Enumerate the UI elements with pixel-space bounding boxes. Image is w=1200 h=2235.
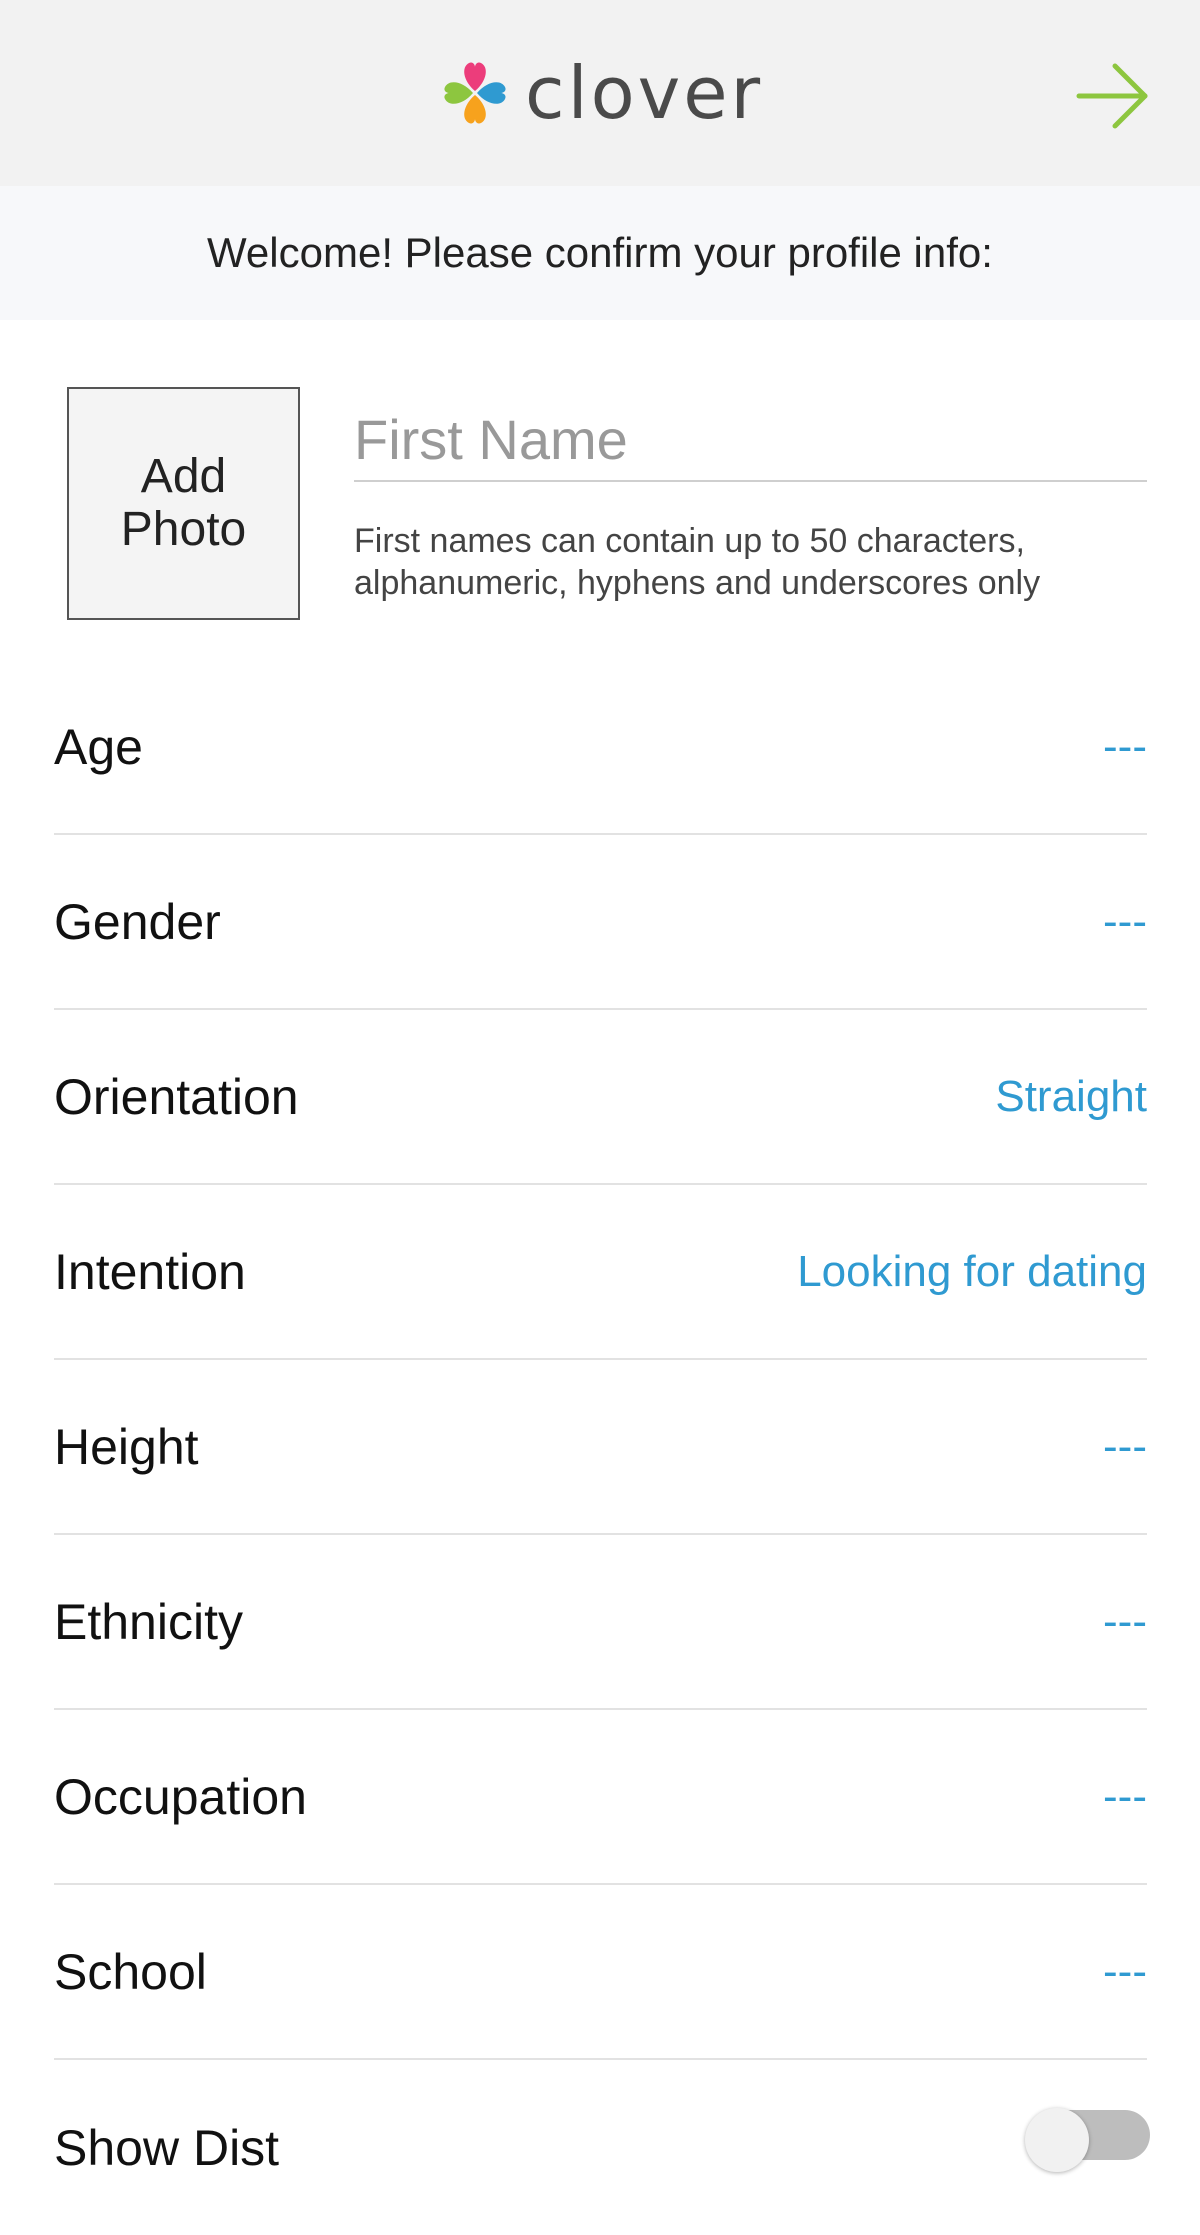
welcome-text: Welcome! Please confirm your profile inf… bbox=[207, 229, 993, 276]
occupation-value: --- bbox=[1103, 1771, 1147, 1821]
show-distance-toggle-knob[interactable] bbox=[1025, 2108, 1089, 2172]
show-distance-label: Show Dist bbox=[54, 2119, 280, 2176]
height-row[interactable]: Height --- bbox=[54, 1360, 1147, 1535]
app-header: clover bbox=[0, 0, 1200, 186]
age-label: Age bbox=[54, 718, 143, 775]
orientation-label: Orientation bbox=[54, 1068, 299, 1125]
first-name-input[interactable] bbox=[354, 398, 1147, 482]
height-label: Height bbox=[54, 1418, 199, 1475]
ethnicity-label: Ethnicity bbox=[54, 1593, 243, 1650]
add-photo-label-line1: Add bbox=[140, 449, 227, 503]
height-value: --- bbox=[1103, 1421, 1147, 1471]
clover-logo: clover bbox=[435, 52, 763, 134]
arrow-right-icon bbox=[1076, 63, 1148, 129]
school-label: School bbox=[54, 1943, 207, 2000]
gender-value: --- bbox=[1103, 896, 1147, 946]
orientation-value: Straight bbox=[995, 1071, 1147, 1121]
ethnicity-value: --- bbox=[1103, 1596, 1147, 1646]
school-value: --- bbox=[1103, 1946, 1147, 1996]
occupation-row[interactable]: Occupation --- bbox=[54, 1710, 1147, 1885]
gender-row[interactable]: Gender --- bbox=[54, 835, 1147, 1010]
age-row[interactable]: Age --- bbox=[54, 660, 1147, 835]
logo-text: clover bbox=[525, 51, 764, 135]
school-row[interactable]: School --- bbox=[54, 1885, 1147, 2060]
clover-logo-icon bbox=[444, 62, 506, 124]
add-photo-label-line2: Photo bbox=[120, 502, 247, 556]
first-name-helper-text: First names can contain up to 50 charact… bbox=[354, 520, 1154, 604]
gender-label: Gender bbox=[54, 893, 221, 950]
occupation-label: Occupation bbox=[54, 1768, 307, 1825]
helper-line-2: alphanumeric, hyphens and underscores on… bbox=[354, 564, 1041, 602]
helper-line-1: First names can contain up to 50 charact… bbox=[354, 522, 1025, 560]
ethnicity-row[interactable]: Ethnicity --- bbox=[54, 1535, 1147, 1710]
age-value: --- bbox=[1103, 721, 1147, 771]
next-button[interactable] bbox=[1075, 58, 1151, 134]
orientation-row[interactable]: Orientation Straight bbox=[54, 1010, 1147, 1185]
welcome-banner: Welcome! Please confirm your profile inf… bbox=[0, 186, 1200, 320]
intention-row[interactable]: Intention Looking for dating bbox=[54, 1185, 1147, 1360]
intention-label: Intention bbox=[54, 1243, 246, 1300]
intention-value: Looking for dating bbox=[797, 1246, 1147, 1296]
add-photo-button[interactable]: Add Photo bbox=[67, 387, 300, 620]
show-distance-row: Show Dist bbox=[54, 2060, 1147, 2235]
